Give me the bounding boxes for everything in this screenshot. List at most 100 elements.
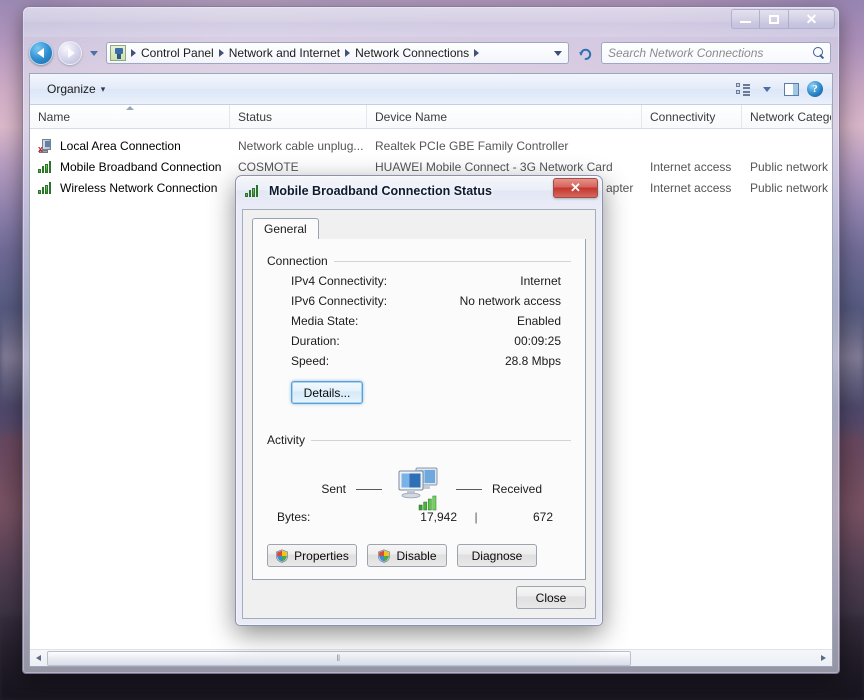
connection-status: COSMOTE <box>238 159 299 174</box>
network-card-disconnected-icon: x <box>38 138 54 153</box>
search-box[interactable]: Search Network Connections <box>601 42 831 64</box>
horizontal-scrollbar[interactable]: ‖ <box>30 649 832 666</box>
sent-link-line <box>356 488 382 490</box>
chevron-down-icon <box>763 86 771 92</box>
search-icon <box>813 46 826 60</box>
help-button[interactable]: ? <box>804 79 826 99</box>
action-button-bar: Properties Disable Diagnose <box>267 544 571 567</box>
breadcrumb-network-and-internet[interactable]: Network and Internet <box>227 46 342 60</box>
connection-status-dialog: Mobile Broadband Connection Status ✕ Gen… <box>235 175 603 626</box>
minimize-button[interactable] <box>731 9 760 29</box>
breadcrumb-network-connections[interactable]: Network Connections <box>353 46 471 60</box>
address-bar[interactable]: Control Panel Network and Internet Netwo… <box>106 42 569 64</box>
field-value: Enabled <box>516 314 561 328</box>
breadcrumb-separator-3[interactable] <box>471 49 482 57</box>
field-value: No network access <box>459 294 561 308</box>
field-label: IPv4 Connectivity: <box>291 274 388 288</box>
close-icon: ✕ <box>805 11 818 27</box>
command-toolbar: Organize ▾ ? <box>30 74 832 105</box>
column-header-device-name[interactable]: Device Name <box>367 105 642 128</box>
field-speed: Speed: 28.8 Mbps <box>267 351 571 371</box>
refresh-button[interactable] <box>574 42 596 64</box>
chevron-down-icon: ▾ <box>100 83 106 94</box>
connection-name: Wireless Network Connection <box>60 180 218 195</box>
field-label: Duration: <box>291 334 340 348</box>
close-button-label: Close <box>535 590 567 605</box>
control-panel-icon <box>110 45 126 61</box>
preview-pane-icon <box>783 82 799 96</box>
connection-category: Public network <box>750 180 829 195</box>
arrow-left-icon <box>36 48 44 58</box>
table-row[interactable]: Mobile Broadband Connection COSMOTE HUAW… <box>30 156 832 177</box>
scroll-left-button[interactable] <box>30 651 47 666</box>
bytes-separator: | <box>474 510 478 524</box>
scrollbar-track[interactable]: ‖ <box>47 650 815 666</box>
column-header-network-category[interactable]: Network Category <box>742 105 832 128</box>
breadcrumb-separator-1[interactable] <box>216 49 227 57</box>
preview-pane-button[interactable] <box>780 79 802 99</box>
column-header-name[interactable]: Name <box>30 105 230 128</box>
minimize-icon <box>740 21 751 23</box>
received-link-line <box>456 488 482 490</box>
window-controls: ✕ <box>731 9 835 29</box>
view-list-icon <box>736 83 750 96</box>
address-bar-row: Control Panel Network and Internet Netwo… <box>23 37 839 69</box>
field-media-state: Media State: Enabled <box>267 311 571 331</box>
breadcrumb-control-panel[interactable]: Control Panel <box>139 46 216 60</box>
dialog-title: Mobile Broadband Connection Status <box>269 183 492 198</box>
connection-connectivity: Internet access <box>650 159 732 174</box>
search-input[interactable]: Search Network Connections <box>608 46 813 60</box>
column-header-connectivity[interactable]: Connectivity <box>642 105 742 128</box>
change-view-button[interactable] <box>732 79 754 99</box>
details-button[interactable]: Details... <box>291 381 363 404</box>
connection-status: Network cable unplug... <box>238 138 364 153</box>
tab-page-general: Connection IPv4 Connectivity: Internet I… <box>252 239 586 580</box>
help-icon: ? <box>807 81 823 97</box>
maximize-button[interactable] <box>760 9 789 29</box>
diagnose-button[interactable]: Diagnose <box>457 544 537 567</box>
field-ipv4-connectivity: IPv4 Connectivity: Internet <box>267 271 571 291</box>
table-row[interactable]: x Local Area Connection Network cable un… <box>30 135 832 156</box>
breadcrumb-separator-2[interactable] <box>342 49 353 57</box>
dialog-body: General Connection IPv4 Connectivity: In… <box>242 209 596 619</box>
signal-bars-icon <box>38 160 54 174</box>
breadcrumb-separator-0[interactable] <box>128 49 139 57</box>
column-headers: Name Status Device Name Connectivity Net… <box>30 105 832 129</box>
field-value: 28.8 Mbps <box>504 354 561 368</box>
bytes-label: Bytes: <box>277 510 311 524</box>
forward-button[interactable] <box>58 41 82 65</box>
signal-bars-icon <box>245 184 262 198</box>
disable-button[interactable]: Disable <box>367 544 447 567</box>
shield-icon <box>275 548 289 563</box>
properties-button[interactable]: Properties <box>267 544 357 567</box>
organize-button[interactable]: Organize ▾ <box>40 79 112 99</box>
connection-group: Connection IPv4 Connectivity: Internet I… <box>267 254 571 404</box>
field-label: IPv6 Connectivity: <box>291 294 388 308</box>
connection-connectivity: Internet access <box>650 180 732 195</box>
recent-pages-button[interactable] <box>87 42 101 64</box>
refresh-icon <box>578 48 591 60</box>
field-value: Internet <box>520 274 561 288</box>
scrollbar-thumb[interactable]: ‖ <box>47 650 631 666</box>
address-dropdown-button[interactable] <box>550 50 566 56</box>
back-button[interactable] <box>29 41 53 65</box>
maximize-icon <box>769 14 779 24</box>
bytes-received-value: 672 <box>532 510 553 524</box>
sent-label: Sent <box>321 482 346 496</box>
field-ipv6-connectivity: IPv6 Connectivity: No network access <box>267 291 571 311</box>
tab-general[interactable]: General <box>252 218 319 241</box>
dialog-close-button[interactable]: ✕ <box>553 178 598 198</box>
signal-bars-icon <box>38 181 54 195</box>
change-view-dropdown[interactable] <box>756 79 778 99</box>
column-header-status[interactable]: Status <box>230 105 367 128</box>
scroll-right-button[interactable] <box>815 651 832 666</box>
activity-diagram: Sent Received <box>267 466 571 512</box>
field-label: Media State: <box>291 314 359 328</box>
connection-device: Realtek PCIe GBE Family Controller <box>375 138 569 153</box>
field-value: 00:09:25 <box>514 334 561 348</box>
activity-group: Activity Sent Received Bytes: 17,942 | 6… <box>267 433 571 524</box>
arrow-right-icon <box>821 655 826 661</box>
close-window-button[interactable]: ✕ <box>789 9 835 29</box>
close-dialog-button[interactable]: Close <box>516 586 586 609</box>
field-label: Speed: <box>291 354 330 368</box>
